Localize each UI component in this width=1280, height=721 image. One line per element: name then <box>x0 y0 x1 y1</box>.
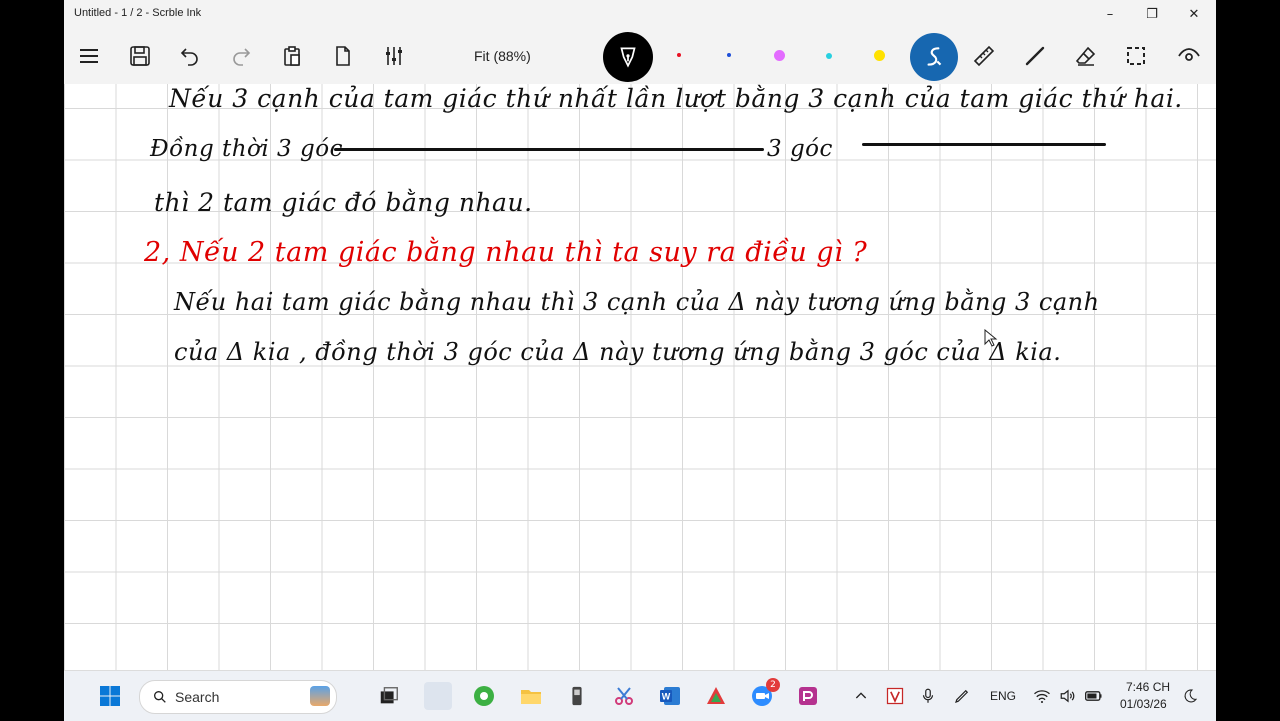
yellow-color-swatch[interactable] <box>874 50 885 61</box>
menu-icon[interactable] <box>73 40 105 72</box>
device-app-icon[interactable] <box>563 682 591 710</box>
note-line-3: thì 2 tam giác đó bằng nhau. <box>154 188 533 217</box>
red-color-swatch[interactable] <box>677 53 681 57</box>
note-canvas[interactable]: Nếu 3 cạnh của tam giác thứ nhất lần lượ… <box>64 84 1216 670</box>
left-letterbox <box>0 0 64 720</box>
clock-date[interactable]: 01/03/26 <box>1120 697 1167 711</box>
search-icon <box>154 691 166 703</box>
blue-color-swatch[interactable] <box>727 53 731 57</box>
minimize-button[interactable]: – <box>1095 3 1125 25</box>
microphone-icon[interactable] <box>914 682 942 710</box>
task-view-icon <box>380 687 398 704</box>
redo-icon[interactable] <box>225 40 257 72</box>
title-bar: Untitled - 1 / 2 - Scrble Ink – ❐ ✕ <box>64 0 1216 28</box>
chevron-up-icon[interactable] <box>847 682 875 710</box>
task-view-button[interactable] <box>375 682 403 710</box>
start-button[interactable] <box>96 682 124 710</box>
right-letterbox <box>1216 0 1280 720</box>
line-tool-icon[interactable] <box>1019 40 1051 72</box>
geogebra-icon[interactable] <box>702 682 730 710</box>
app-icon-green[interactable] <box>470 682 498 710</box>
note-line-2b: 3 góc <box>767 136 833 162</box>
file-explorer-icon[interactable] <box>517 682 545 710</box>
paste-icon[interactable] <box>276 40 308 72</box>
windows-logo-icon <box>100 686 120 706</box>
active-app-button[interactable] <box>424 682 452 710</box>
ruler-icon[interactable] <box>968 40 1000 72</box>
close-button[interactable]: ✕ <box>1179 3 1209 25</box>
snipping-tool-icon[interactable] <box>610 682 638 710</box>
pen-menu-icon[interactable] <box>948 682 976 710</box>
battery-icon[interactable] <box>1080 682 1108 710</box>
wifi-icon[interactable] <box>1028 682 1056 710</box>
clock-time[interactable]: 7:46 CH <box>1126 680 1170 694</box>
save-icon[interactable] <box>124 40 156 72</box>
zoom-app-icon[interactable]: 2 <box>748 678 780 710</box>
fountain-pen-icon <box>620 47 636 68</box>
question-heading: 2, Nếu 2 tam giác bằng nhau thì ta suy r… <box>144 237 868 268</box>
eraser-icon[interactable] <box>1070 40 1102 72</box>
windows-taskbar: Search W 2 ENG 7:46 CH 01/03/26 <box>64 670 1216 721</box>
blank-underline-1 <box>334 148 764 151</box>
blank-underline-2 <box>862 143 1106 146</box>
squiggle-pen-icon <box>927 47 942 66</box>
select-icon[interactable] <box>1120 40 1152 72</box>
pdf-app-icon[interactable] <box>794 682 822 710</box>
tray-app-icon[interactable] <box>881 682 909 710</box>
active-pen-tool[interactable] <box>910 33 958 81</box>
note-line-1: Nếu 3 cạnh của tam giác thứ nhất lần lượ… <box>169 84 1183 113</box>
window-title: Untitled - 1 / 2 - Scrble Ink <box>74 7 202 19</box>
mouse-cursor-icon <box>984 329 998 347</box>
view-mode-icon[interactable] <box>1173 40 1205 72</box>
note-line-5: Nếu hai tam giác bằng nhau thì 3 cạnh củ… <box>174 288 1100 316</box>
note-line-2a: Đồng thời 3 góc <box>150 136 343 162</box>
page-icon[interactable] <box>327 40 359 72</box>
pink-color-swatch[interactable] <box>774 50 785 61</box>
scrble-ink-window: Untitled - 1 / 2 - Scrble Ink – ❐ ✕ Fit … <box>64 0 1216 670</box>
focus-moon-icon[interactable] <box>1176 682 1204 710</box>
toolbar: Fit (88%) <box>64 28 1216 84</box>
notification-badge: 2 <box>766 678 780 692</box>
search-label: Search <box>175 689 220 705</box>
undo-icon[interactable] <box>174 40 206 72</box>
word-icon[interactable]: W <box>656 682 684 710</box>
fountain-pen-tool[interactable] <box>603 32 653 82</box>
zoom-level[interactable]: Fit (88%) <box>474 48 531 64</box>
cyan-color-swatch[interactable] <box>826 53 832 59</box>
svg-text:W: W <box>662 692 671 702</box>
language-indicator[interactable]: ENG <box>990 689 1016 703</box>
adjust-sliders-icon[interactable] <box>378 40 410 72</box>
search-highlight-icon <box>310 686 330 706</box>
volume-icon[interactable] <box>1054 682 1082 710</box>
taskbar-search[interactable]: Search <box>139 680 337 714</box>
note-line-6: của Δ kia , đồng thời 3 góc của Δ này tư… <box>174 338 1062 366</box>
maximize-button[interactable]: ❐ <box>1137 3 1167 25</box>
